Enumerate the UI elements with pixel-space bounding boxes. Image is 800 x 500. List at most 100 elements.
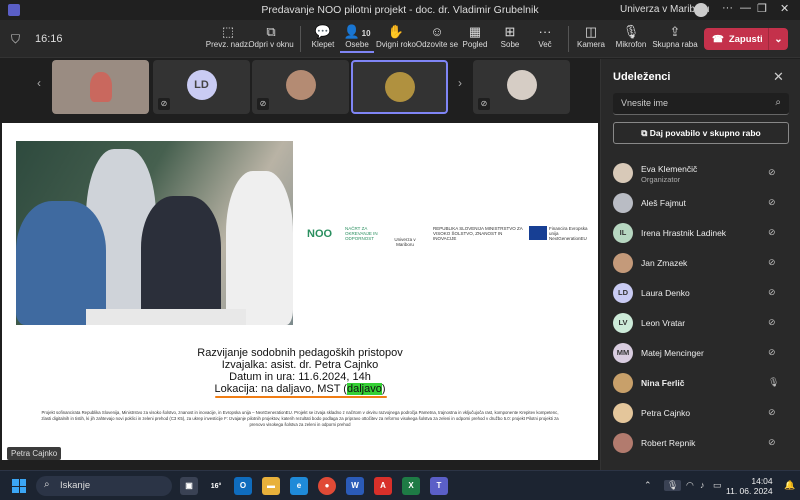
location-highlight: daljavo [346,383,382,395]
raise-hand-button[interactable]: ✋ Dvigni roko [373,24,419,49]
participant-name: Nina Ferlič [641,378,685,388]
panel-title: Udeleženci [613,71,671,83]
participant-row[interactable]: Jan Zmazek ⊘ [601,248,800,278]
participant-row[interactable]: LV Leon Vratar ⊘ [601,308,800,338]
avatar [613,193,633,213]
video-tile[interactable]: ⊘ [252,60,349,114]
pop-out-button[interactable]: ⧉ Odpri v oknu [248,24,294,49]
leave-button[interactable]: ☎ Zapusti ⌄ [704,28,788,50]
participant-row[interactable]: Nina Ferlič 🎙 [601,368,800,398]
avatar [613,403,633,423]
eu-flag-icon [529,226,547,240]
more-options-icon[interactable]: ··· [722,2,733,14]
taskbar-search-box[interactable]: ⌕ Iskanje [36,476,172,496]
participant-name: Petra Cajnko [641,408,691,418]
sponsor-logos: NOO NAČRT ZA OKREVANJE IN ODPORNOST Univ… [307,223,592,247]
ministry-logo: REPUBLIKA SLOVENIJA MINISTRSTVO ZA VISOK… [433,226,523,241]
avatar: IL [613,223,633,243]
participant-search-input[interactable]: Vnesite ime ⌕ [613,93,789,115]
mic-off-icon: ⊘ [768,167,776,177]
windows-taskbar: ⌕ Iskanje ▣ 16° O ▬ e ● W A X T ⌃ 🎙 ◠ ♪ ▭… [0,470,800,500]
avatar [384,72,415,102]
mic-off-icon: ⊘ [478,98,490,110]
speaker-label: Petra Cajnko [7,447,62,460]
tray-chevron-icon[interactable]: ⌃ [644,480,652,491]
people-count: 10 [361,29,371,38]
phone-icon: ☎ [712,33,724,45]
slide-lecturer: Izvajalka: asist. dr. Petra Cajnko [221,359,379,371]
participant-row[interactable]: LD Laura Denko ⊘ [601,278,800,308]
outlook-icon[interactable]: O [234,477,252,495]
meeting-duration: 16:16 [35,33,63,45]
video-tile[interactable]: LD ⊘ [153,60,250,114]
chrome-icon[interactable]: ● [318,477,336,495]
account-avatar[interactable] [694,3,708,17]
mic-off-icon: ⊘ [768,197,776,207]
file-explorer-icon[interactable]: ▬ [262,477,280,495]
shield-icon: ⛉ [11,32,21,46]
mic-tray-icon[interactable]: 🎙 [664,480,682,491]
video-tile[interactable]: ⊘ [473,60,570,114]
participant-name: Matej Mencinger [641,348,704,358]
weather-icon[interactable]: 16° [207,477,225,495]
close-window-icon[interactable]: ✕ [780,2,789,15]
avatar [285,70,316,100]
participant-name: Irena Hrastnik Ladinek [641,228,727,238]
volume-icon[interactable]: ♪ [700,480,705,490]
meeting-toolbar: ⛉ 16:16 ⬚ Prevz. nadz. ⧉ Odpri v oknu 💬 Kle… [0,20,800,58]
edge-icon[interactable]: e [290,477,308,495]
video-tile[interactable] [52,60,149,114]
participant-row[interactable]: Petra Cajnko ⊘ [601,398,800,428]
participant-name: Eva Klemenčič [641,164,698,174]
shared-slide: NOO NAČRT ZA OKREVANJE IN ODPORNOST Univ… [2,123,598,460]
slide-datetime: Datum in ura: 11.6.2024, 14h [229,371,371,383]
chevron-down-icon[interactable]: ⌄ [768,28,788,50]
task-view-icon[interactable]: ▣ [180,477,198,495]
participants-panel: Udeleženci ✕ Vnesite ime ⌕ ⧉ Daj povabil… [600,59,800,470]
participant-video [90,72,112,102]
more-button[interactable]: ··· Več [522,24,568,49]
avatar: LV [613,313,633,333]
mic-off-icon: ⊘ [768,437,776,447]
underline-annotation [215,396,387,398]
share-button[interactable]: ⇪ Skupna raba [652,24,698,49]
word-icon[interactable]: W [346,477,364,495]
taskbar-clock[interactable]: 14:04 11. 06. 2024 [726,476,773,496]
video-tile-active-speaker[interactable] [351,60,448,114]
raise-hand-icon: ✋ [387,24,405,39]
okrevanje-logo-text: NAČRT ZA OKREVANJE IN ODPORNOST [345,226,378,241]
participant-row[interactable]: IL Irena Hrastnik Ladinek ⊘ [601,218,800,248]
close-panel-icon[interactable]: ✕ [773,69,784,85]
minimize-icon[interactable]: — [740,2,751,14]
more-icon: ··· [538,24,552,39]
participant-row[interactable]: Aleš Fajmut ⊘ [601,188,800,218]
wifi-icon[interactable]: ◠ [686,480,694,491]
teams-icon[interactable]: T [430,477,448,495]
video-gallery: LD ⊘ ⊘ ⊘ [30,59,570,115]
share-invite-button[interactable]: ⧉ Daj povabilo v skupno rabo [613,122,789,144]
notification-bell-icon[interactable]: 🔔 [784,480,795,491]
mic-off-icon: ⊘ [768,227,776,237]
share-icon: ⇪ [669,24,681,39]
participant-row[interactable]: MM Matej Mencinger ⊘ [601,338,800,368]
participant-row[interactable]: Eva Klemenčič Organizator ⊘ [601,158,800,188]
participant-row[interactable]: Robert Repnik ⊘ [601,428,800,458]
participant-role: Organizator [641,175,681,184]
participant-name: Jan Zmazek [641,258,688,268]
battery-icon[interactable]: ▭ [713,480,722,491]
university-logo: Univerza v Mariboru [394,237,416,247]
take-control-button[interactable]: ⬚ Prevz. nadz. [205,24,251,49]
acrobat-icon[interactable]: A [374,477,392,495]
title-bar: Predavanje NOO pilotni projekt - doc. dr… [0,0,800,20]
mic-off-icon: ⊘ [158,98,170,110]
mic-on-icon: 🎙 [768,377,780,387]
take-control-icon: ⬚ [221,24,235,39]
student-figure [226,171,293,325]
windows-start-button[interactable] [12,479,26,493]
avatar [613,433,633,453]
microphone-button[interactable]: 🎙 Mikrofon [608,24,654,49]
maximize-icon[interactable]: ❐ [757,2,767,15]
avatar: MM [613,343,633,363]
excel-icon[interactable]: X [402,477,420,495]
leave-label: Zapusti [728,33,763,45]
